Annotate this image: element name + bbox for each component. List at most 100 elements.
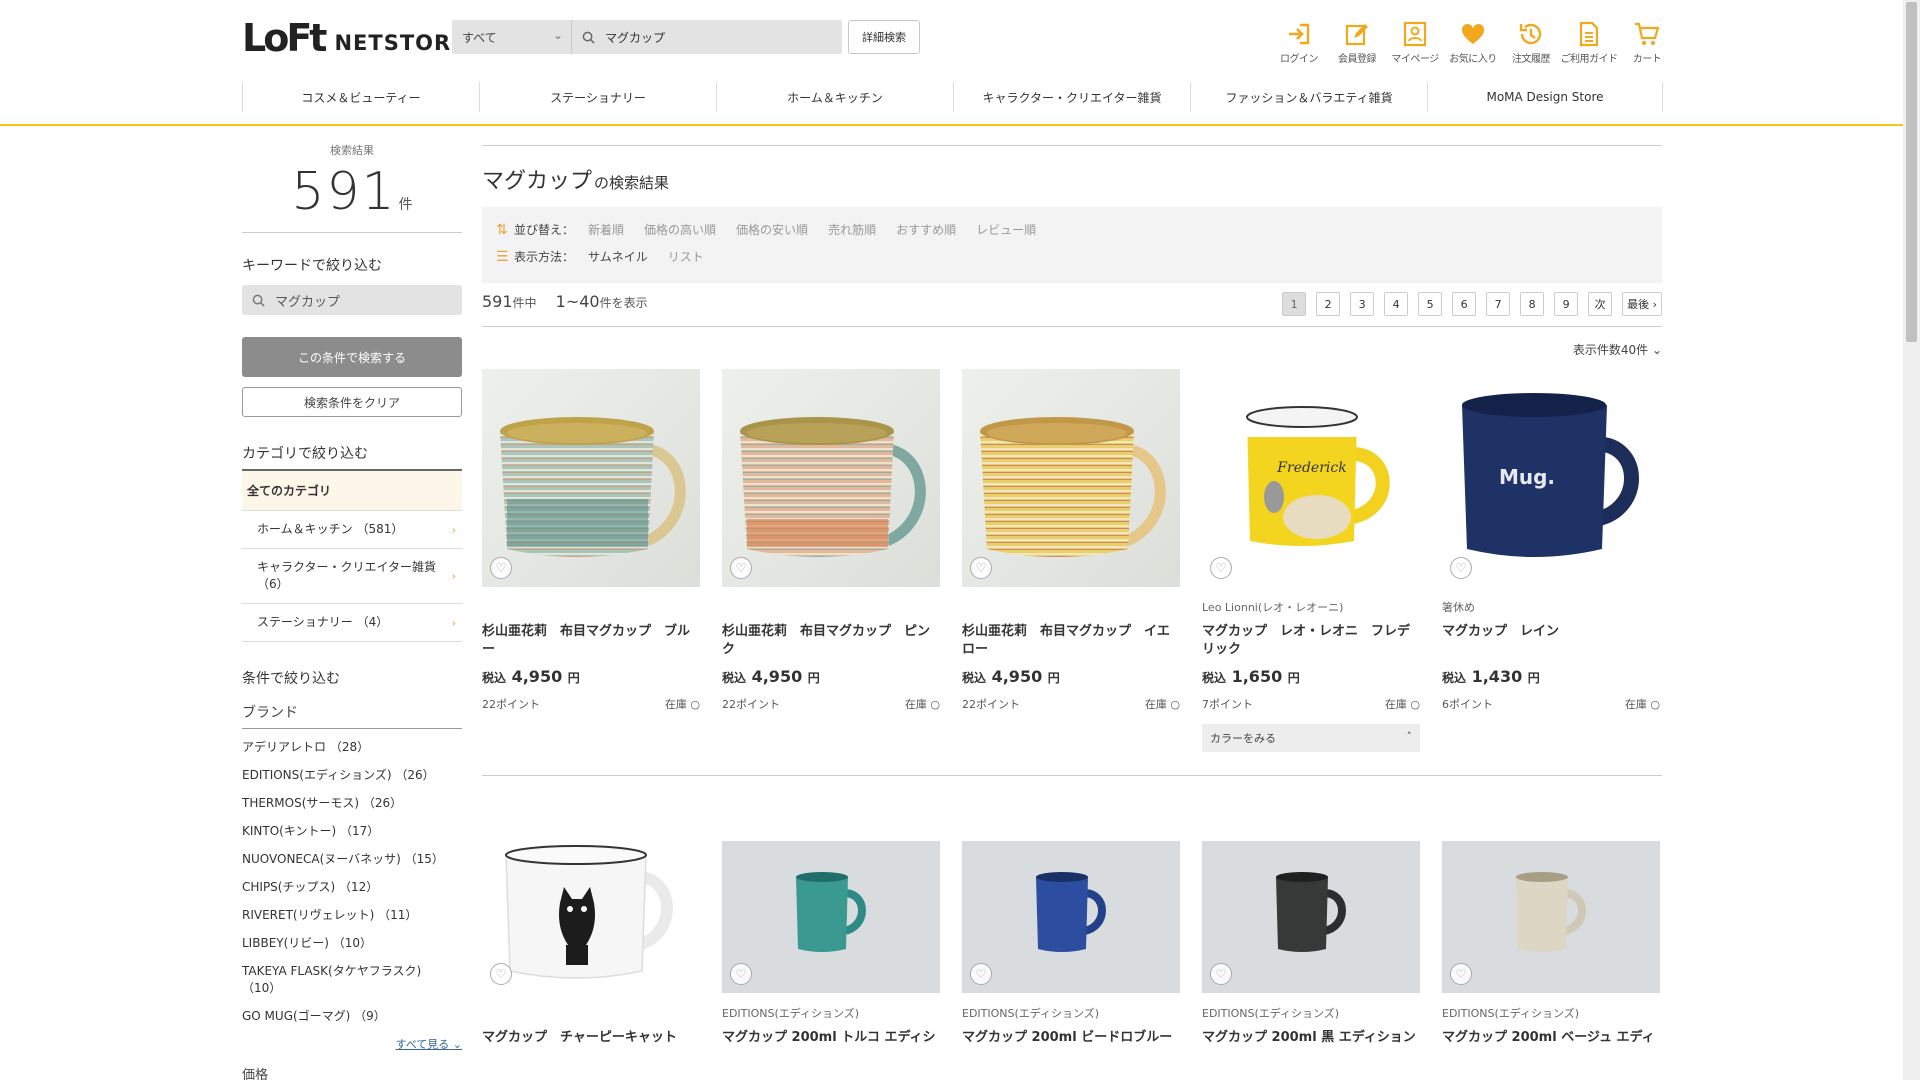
page-6[interactable]: 6 (1452, 292, 1477, 316)
guide-link[interactable]: ご利用ガイド (1560, 18, 1618, 65)
category-item[interactable]: ホーム＆キッチン （581） › (242, 511, 462, 549)
favorite-heart-icon[interactable]: ♡ (490, 557, 512, 579)
brand-item[interactable]: アデリアレトロ （28） (242, 739, 462, 756)
brand-item[interactable]: CHIPS(チップス) （12） (242, 879, 462, 896)
sort-price-high[interactable]: 価格の高い順 (644, 221, 716, 238)
product-card[interactable]: ♡ 杉山亜花莉 布目マグカップ ピンク 税込 4,950 円 22ポイント 在庫 … (722, 369, 940, 752)
per-page-select[interactable]: 表示件数40件 ⌄ (1573, 341, 1662, 358)
page-2[interactable]: 2 (1316, 292, 1341, 316)
favorite-heart-icon[interactable]: ♡ (1450, 963, 1472, 985)
product-name[interactable]: マグカップ レイン (1442, 623, 1660, 659)
product-name[interactable]: マグカップ レオ・レオニ フレデリック (1202, 623, 1420, 659)
nav-cosme[interactable]: コスメ＆ビューティー (242, 82, 479, 112)
product-image[interactable]: ♡ (962, 841, 1180, 993)
favorite-heart-icon[interactable]: ♡ (1450, 557, 1472, 579)
favorite-heart-icon[interactable]: ♡ (730, 963, 752, 985)
see-all-brands-link[interactable]: すべて見る ⌄ (242, 1036, 462, 1052)
cart-link[interactable]: カート (1618, 18, 1676, 65)
mypage-link[interactable]: マイページ (1386, 18, 1444, 65)
nav-stationery[interactable]: ステーショナリー (479, 82, 716, 112)
login-link[interactable]: ログイン (1270, 18, 1328, 65)
order-history-link[interactable]: 注文履歴 (1502, 18, 1560, 65)
sort-reviews[interactable]: レビュー順 (976, 221, 1036, 238)
brand-item[interactable]: LIBBEY(リビー) （10） (242, 935, 462, 952)
product-image[interactable]: ♡ (482, 369, 700, 587)
clear-filter-button[interactable]: 検索条件をクリア (242, 387, 462, 417)
favorite-heart-icon[interactable]: ♡ (490, 963, 512, 985)
product-image[interactable]: ♡ (1202, 841, 1420, 993)
page-9[interactable]: 9 (1554, 292, 1579, 316)
sort-newest[interactable]: 新着順 (588, 221, 624, 238)
favorite-heart-icon[interactable]: ♡ (970, 963, 992, 985)
yen-label: 円 (1287, 671, 1300, 685)
nav-character[interactable]: キャラクター・クリエイター雑貨 (953, 82, 1190, 112)
page-3[interactable]: 3 (1350, 292, 1375, 316)
page-last[interactable]: 最後 › (1622, 292, 1662, 316)
brand-item[interactable]: THERMOS(サーモス) （26） (242, 795, 462, 812)
chevron-right-icon: › (451, 616, 456, 629)
product-card[interactable]: ♡ EDITIONS(エディションズ) マグカップ 200ml ビードロブルー … (962, 841, 1180, 1047)
brand-item[interactable]: NUOVONECA(ヌーバネッサ) （15） (242, 851, 462, 868)
nav-fashion[interactable]: ファッション＆バラエティ雑貨 (1190, 82, 1427, 112)
favorite-heart-icon[interactable]: ♡ (1210, 963, 1232, 985)
product-name[interactable]: マグカップ チャーピーキャット ホワイト (482, 1029, 700, 1047)
favorite-heart-icon[interactable]: ♡ (970, 557, 992, 579)
favorite-heart-icon[interactable]: ♡ (730, 557, 752, 579)
page-5[interactable]: 5 (1418, 292, 1443, 316)
product-card[interactable]: ♡ EDITIONS(エディションズ) マグカップ 200ml トルコ エディシ… (722, 841, 940, 1047)
nav-home-kitchen[interactable]: ホーム＆キッチン (716, 82, 953, 112)
product-card[interactable]: ♡ 杉山亜花莉 布目マグカップ ブルー 税込 4,950 円 22ポイント 在庫 … (482, 369, 700, 752)
product-card[interactable]: ♡ EDITIONS(エディションズ) マグカップ 200ml 黒 エディション… (1202, 841, 1420, 1047)
keyword-filter-input[interactable] (275, 292, 455, 308)
sort-price-low[interactable]: 価格の安い順 (736, 221, 808, 238)
product-name[interactable]: 杉山亜花莉 布目マグカップ ブルー (482, 623, 700, 659)
product-card[interactable]: ♡ 杉山亜花莉 布目マグカップ イエロー 税込 4,950 円 22ポイント 在庫… (962, 369, 1180, 752)
search-input[interactable] (605, 30, 825, 44)
product-image[interactable]: ♡ (722, 369, 940, 587)
page-4[interactable]: 4 (1384, 292, 1409, 316)
product-name[interactable]: マグカップ 200ml ビードロブルー エディションズ (962, 1029, 1180, 1047)
category-all[interactable]: 全てのカテゴリ (242, 471, 462, 511)
category-item[interactable]: ステーショナリー （4） › (242, 604, 462, 642)
product-name[interactable]: マグカップ 200ml 黒 エディションズ (1202, 1029, 1420, 1047)
view-thumbnail[interactable]: サムネイル (588, 248, 648, 265)
product-name[interactable]: マグカップ 200ml ベージュ エディションズ (1442, 1029, 1660, 1047)
product-card[interactable]: Mug. ♡ 箸休め マグカップ レイン 税込 1,430 円 6ポイント 在庫 … (1442, 369, 1660, 752)
page-7[interactable]: 7 (1486, 292, 1511, 316)
register-link[interactable]: 会員登録 (1328, 18, 1386, 65)
view-list[interactable]: リスト (668, 248, 704, 265)
product-image[interactable]: ♡ (962, 369, 1180, 587)
brand-item[interactable]: EDITIONS(エディションズ) （26） (242, 767, 462, 784)
product-card[interactable]: Frederick ♡ Leo Lionni(レオ・レオーニ) マグカップ レオ… (1202, 369, 1420, 752)
apply-filter-button[interactable]: この条件で検索する (242, 337, 462, 377)
brand-item[interactable]: KINTO(キントー) （17） (242, 823, 462, 840)
product-image[interactable]: Frederick ♡ (1202, 369, 1420, 587)
product-image[interactable]: Mug. ♡ (1442, 369, 1660, 587)
product-card[interactable]: ♡ マグカップ チャーピーキャット ホワイト (482, 841, 700, 1047)
brand-item[interactable]: RIVERET(リヴェレット) （11） (242, 907, 462, 924)
product-image[interactable]: ♡ (722, 841, 940, 993)
brand-item[interactable]: GO MUG(ゴーマグ) （9） (242, 1008, 462, 1025)
category-item[interactable]: キャラクター・クリエイター雑貨 （6） › (242, 549, 462, 604)
page-1[interactable]: 1 (1282, 292, 1307, 316)
product-image[interactable]: ♡ (482, 841, 700, 993)
site-logo[interactable]: LoFt NETSTORE (242, 19, 467, 57)
nav-moma[interactable]: MoMA Design Store (1427, 82, 1663, 112)
search-category-select[interactable]: すべて ⌄ (452, 20, 572, 54)
product-name[interactable]: マグカップ 200ml トルコ エディションズ (722, 1029, 940, 1047)
page-scrollbar[interactable] (1903, 0, 1920, 1080)
scrollbar-thumb[interactable] (1906, 2, 1917, 342)
product-name[interactable]: 杉山亜花莉 布目マグカップ イエロー (962, 623, 1180, 659)
product-image[interactable]: ♡ (1442, 841, 1660, 993)
product-name[interactable]: 杉山亜花莉 布目マグカップ ピンク (722, 623, 940, 659)
see-colors-button[interactable]: カラーをみる ˄ (1202, 724, 1420, 752)
advanced-search-button[interactable]: 詳細検索 (848, 20, 920, 54)
page-next[interactable]: 次 (1588, 292, 1613, 316)
favorite-heart-icon[interactable]: ♡ (1210, 557, 1232, 579)
brand-item[interactable]: TAKEYA FLASK(タケヤフラスク) （10） (242, 963, 432, 997)
sort-best-selling[interactable]: 売れ筋順 (828, 221, 876, 238)
page-8[interactable]: 8 (1520, 292, 1545, 316)
product-card[interactable]: ♡ EDITIONS(エディションズ) マグカップ 200ml ベージュ エディ… (1442, 841, 1660, 1047)
sort-recommended[interactable]: おすすめ順 (896, 221, 956, 238)
favorites-link[interactable]: お気に入り (1444, 18, 1502, 65)
